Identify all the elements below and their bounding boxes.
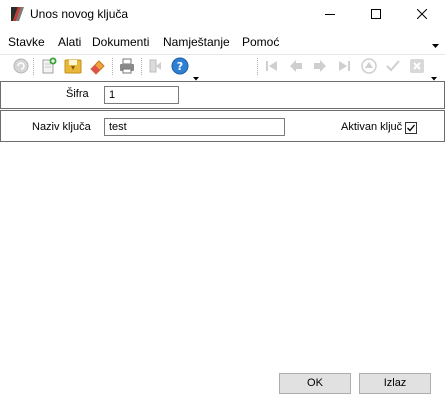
next-icon[interactable] (311, 57, 329, 75)
menu-stavke[interactable]: Stavke (8, 35, 45, 49)
menu-namjestanje[interactable]: Namještanje (163, 35, 230, 49)
maximize-button[interactable] (353, 0, 399, 28)
ok-button[interactable]: OK (279, 373, 351, 394)
first-icon[interactable] (263, 57, 281, 75)
last-icon[interactable] (335, 57, 353, 75)
chevron-down-icon[interactable] (432, 38, 439, 52)
sifra-label: Šifra (66, 88, 89, 100)
previous-icon[interactable] (287, 57, 305, 75)
sifra-field[interactable]: 1 (104, 86, 179, 104)
toolbar-separator (141, 58, 143, 75)
save-icon[interactable] (64, 57, 82, 75)
minimize-button[interactable] (307, 0, 353, 28)
exit-button[interactable]: Izlaz (359, 373, 431, 394)
menu-dokumenti[interactable]: Dokumenti (92, 35, 149, 49)
help-icon[interactable]: ? (171, 57, 189, 75)
window-title: Unos novog ključa (30, 7, 129, 21)
naziv-label: Naziv ključa (32, 121, 91, 133)
menu-pomoc[interactable]: Pomoć (242, 35, 279, 49)
menu-alati[interactable]: Alati (58, 35, 81, 49)
toolbar-separator (112, 58, 114, 75)
confirm-icon[interactable] (384, 57, 402, 75)
close-button[interactable] (399, 0, 445, 28)
up-icon[interactable] (360, 57, 378, 75)
print-icon[interactable] (118, 57, 136, 75)
refresh-icon[interactable] (12, 57, 30, 75)
eraser-icon[interactable] (89, 57, 107, 75)
aktivan-label[interactable]: Aktivan ključ (341, 121, 402, 133)
svg-text:?: ? (177, 60, 183, 73)
aktivan-checkbox[interactable] (405, 122, 417, 134)
cancel-icon[interactable] (408, 57, 426, 75)
naziv-field[interactable]: test (104, 118, 285, 136)
toolbar-separator (33, 58, 35, 75)
toolbar-separator (257, 58, 259, 75)
exit-icon[interactable] (147, 57, 165, 75)
new-document-icon[interactable] (40, 57, 58, 75)
app-logo-icon (9, 6, 25, 22)
